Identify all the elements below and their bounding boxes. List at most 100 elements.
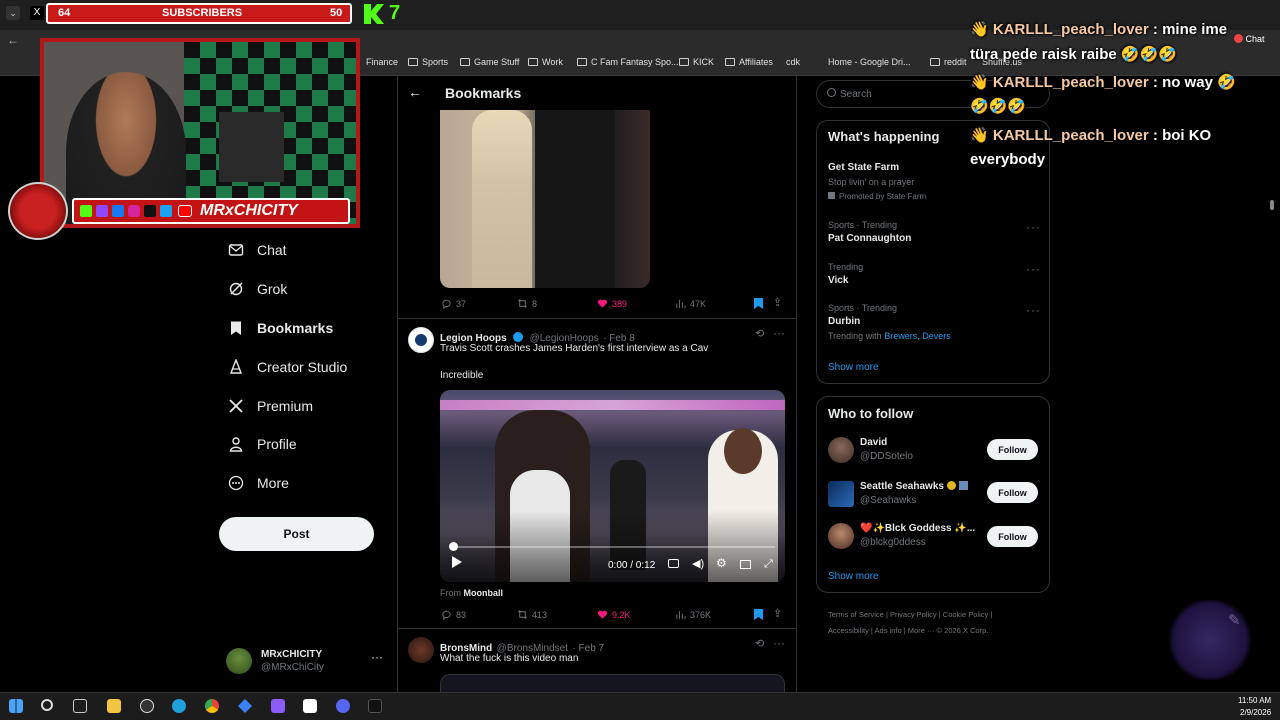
like-button[interactable]: 9.2K	[597, 609, 631, 620]
tweet-more-icon[interactable]: ···	[773, 326, 785, 340]
follow-button[interactable]: Follow	[987, 482, 1038, 503]
video-progress-knob[interactable]	[449, 542, 458, 551]
follow-suggestion[interactable]: Seattle Seahawks @Seahawks	[828, 480, 978, 508]
trend-more-icon[interactable]: ···	[1026, 220, 1041, 234]
clock-date[interactable]: 2/9/2026	[1240, 708, 1271, 717]
bookmark-sports[interactable]: Sports	[408, 57, 448, 67]
tweet-image[interactable]	[440, 110, 650, 288]
footer-link[interactable]: More ···	[908, 626, 935, 635]
video-progress-track[interactable]	[450, 546, 775, 548]
bookmark-reddit[interactable]: reddit	[930, 57, 967, 67]
back-icon[interactable]: ←	[7, 33, 19, 47]
tiktok-icon	[144, 205, 156, 217]
scrollbar[interactable]	[1268, 76, 1276, 692]
clock-time[interactable]: 11:50 AM	[1238, 696, 1271, 705]
file-explorer-icon[interactable]	[107, 699, 121, 713]
grok-analyze-icon[interactable]: ⟲	[755, 327, 764, 340]
sidebar-item-grok[interactable]: Grok	[228, 281, 287, 297]
discord-icon[interactable]	[336, 699, 350, 713]
footer-link[interactable]: Terms of Service	[828, 610, 884, 619]
sidebar-item-chat[interactable]: Chat	[228, 242, 287, 258]
reply-button[interactable]: 37	[441, 298, 466, 309]
window-menu-icon[interactable]: ⌄	[6, 6, 20, 20]
tweet-video[interactable]: 0:00 / 0:12 ◀) ⚙ ⤢	[440, 390, 785, 582]
bookmark-finance[interactable]: Finance	[366, 57, 398, 67]
account-switcher[interactable]: MRxCHICITY @MRxChiCity ···	[226, 646, 386, 676]
tweet-more-icon[interactable]: ···	[773, 636, 785, 650]
panel-title: What's happening	[828, 129, 940, 144]
trend-item[interactable]: Get State Farm Stop livin' on a prayer P…	[828, 162, 1038, 206]
share-icon[interactable]: ⇪	[773, 296, 782, 309]
follow-suggestion[interactable]: ❤️✨Blck Goddess ✨... @blckg0ddess	[828, 522, 978, 550]
follow-button[interactable]: Follow	[987, 526, 1038, 547]
footer-link[interactable]: Privacy Policy	[890, 610, 937, 619]
sidebar-item-more[interactable]: More	[228, 475, 289, 491]
task-view-icon[interactable]	[73, 699, 87, 713]
post-button[interactable]: Post	[219, 517, 374, 551]
tiktok-taskbar-icon[interactable]	[368, 699, 382, 713]
x-tab-icon[interactable]: X	[30, 6, 44, 20]
tweet-avatar[interactable]	[408, 327, 434, 353]
sidebar-item-profile[interactable]: Profile	[228, 436, 297, 452]
tweet-text: What the fuck is this video man	[440, 653, 579, 664]
search-input[interactable]: Search	[840, 89, 872, 100]
show-more-link[interactable]: Show more	[828, 362, 879, 373]
footer-link[interactable]: Ads info	[875, 626, 902, 635]
share-icon[interactable]: ⇪	[773, 607, 782, 620]
bookmark-work[interactable]: Work	[528, 57, 563, 67]
show-more-link[interactable]: Show more	[828, 571, 879, 582]
trend-links[interactable]: Brewers, Devers	[884, 331, 951, 341]
grok-analyze-icon[interactable]: ⟲	[755, 637, 764, 650]
follow-button[interactable]: Follow	[987, 439, 1038, 460]
repost-button[interactable]: 8	[517, 298, 537, 309]
grid-app-icon[interactable]	[271, 699, 285, 713]
footer-link[interactable]: Cookie Policy	[943, 610, 988, 619]
bookmark-game-stuff[interactable]: Game Stuff	[460, 57, 519, 67]
repost-button[interactable]: 413	[517, 609, 547, 620]
play-icon[interactable]	[452, 556, 462, 568]
bookmark-cdk[interactable]: cdk	[786, 57, 800, 67]
bookmark-fantasy[interactable]: C Fam Fantasy Spo...	[577, 57, 679, 67]
trend-more-icon[interactable]: ···	[1026, 262, 1041, 276]
footer-link[interactable]: Accessibility	[828, 626, 869, 635]
edge-icon[interactable]	[172, 699, 186, 713]
channel-name: MRxCHICITY	[200, 202, 298, 219]
folder-icon	[577, 58, 587, 66]
tweet-avatar[interactable]	[408, 637, 434, 663]
volume-icon[interactable]: ◀)	[692, 557, 704, 570]
settings-icon[interactable]: ⚙	[716, 556, 727, 570]
trend-more-icon[interactable]: ···	[1026, 303, 1041, 317]
source-link[interactable]: Moonball	[464, 588, 504, 598]
sidebar-item-premium[interactable]: Premium	[228, 398, 313, 414]
windows-start-icon[interactable]	[9, 699, 23, 713]
folder-icon	[408, 58, 418, 66]
bookmark-kick[interactable]: KICK	[679, 57, 714, 67]
taskbar-search-icon[interactable]	[41, 699, 53, 711]
chat-message: 👋 KARLLL_peach_lover : mine ime	[970, 21, 1228, 38]
capcut-icon[interactable]	[303, 699, 317, 713]
obs-icon[interactable]	[140, 699, 154, 713]
bookmark-google-drive[interactable]: Home - Google Dri...	[828, 57, 911, 67]
heart-filled-icon	[597, 299, 608, 308]
chat-badge-icon: 👋	[970, 74, 989, 91]
sidebar-item-creator-studio[interactable]: Creator Studio	[228, 359, 347, 375]
chrome-icon[interactable]	[205, 699, 219, 713]
trend-item[interactable]: Sports · Trending Durbin Trending with B…	[828, 303, 1041, 345]
sidebar-item-bookmarks[interactable]: Bookmarks	[228, 320, 333, 336]
like-button[interactable]: 389	[597, 298, 627, 309]
chat-tab[interactable]: Chat	[1234, 34, 1265, 44]
tweet-media[interactable]	[440, 674, 785, 692]
trend-item[interactable]: Sports · Trending Pat Connaughton ···	[828, 220, 1041, 250]
scrollbar-thumb[interactable]	[1270, 200, 1274, 210]
bookmark-affiliates[interactable]: Affiliates	[725, 57, 773, 67]
trend-item[interactable]: Trending Vick ···	[828, 262, 1041, 292]
follow-suggestion[interactable]: David @DDSotelo	[828, 436, 978, 464]
chat-tab-icon	[1234, 34, 1243, 43]
captions-icon[interactable]	[668, 559, 679, 568]
reply-button[interactable]: 83	[441, 609, 466, 620]
views-button[interactable]: 376K	[675, 609, 711, 620]
pip-icon[interactable]	[740, 560, 751, 569]
fullscreen-icon[interactable]: ⤢	[764, 558, 773, 571]
back-arrow-icon[interactable]: ←	[408, 84, 422, 100]
views-button[interactable]: 47K	[675, 298, 706, 309]
